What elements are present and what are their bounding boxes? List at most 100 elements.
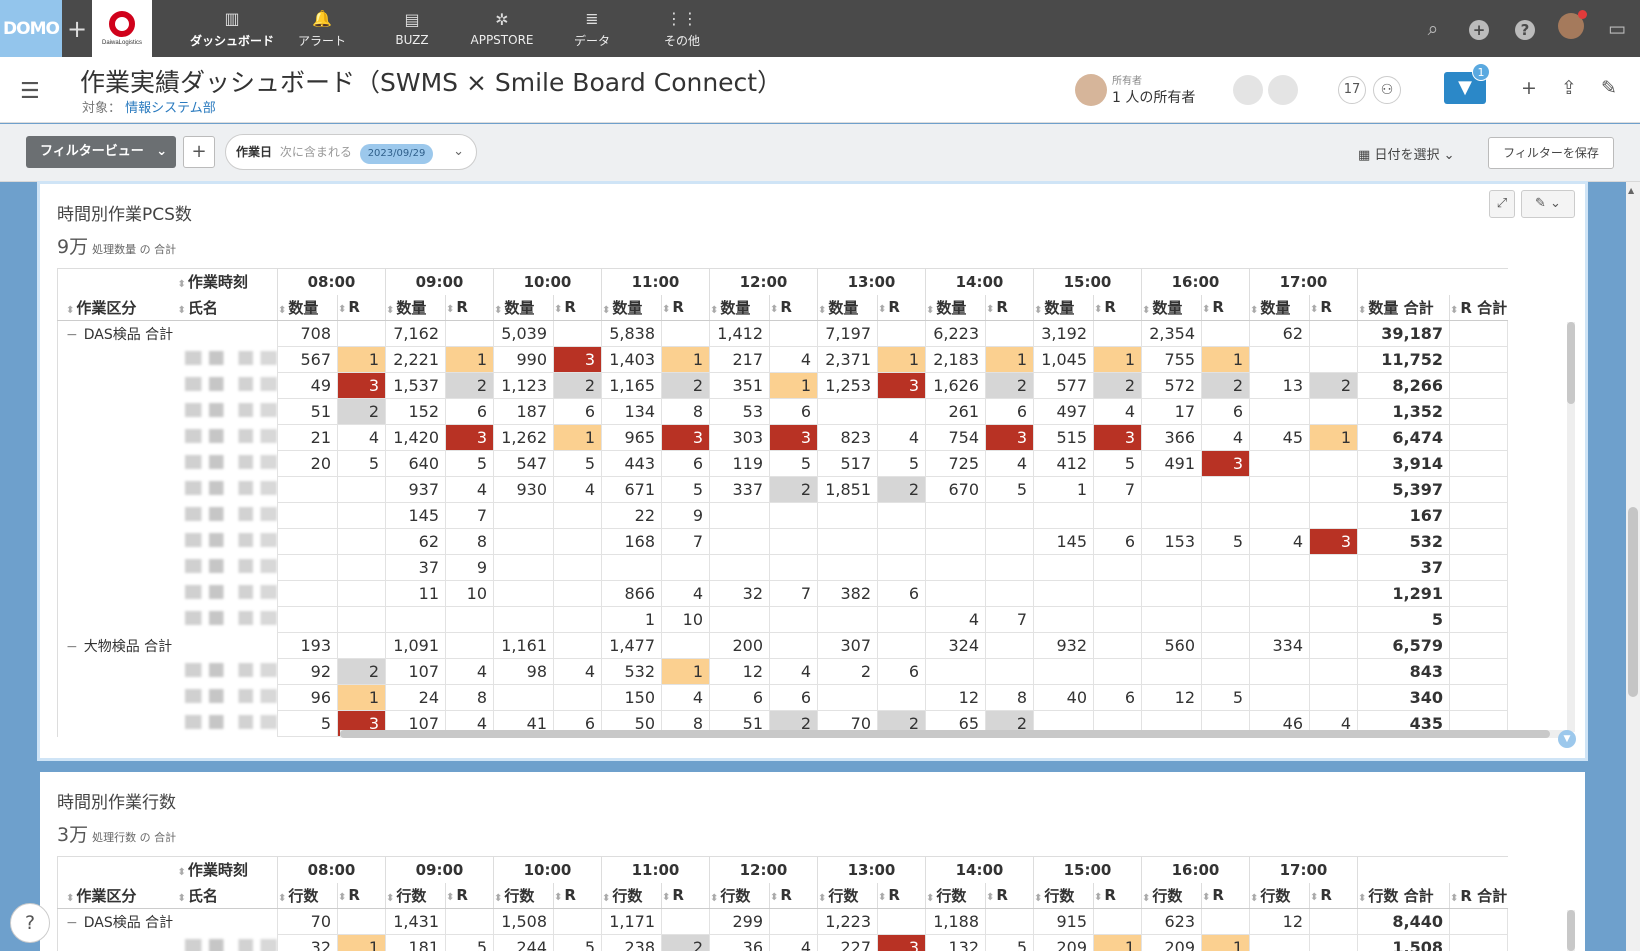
rank-header[interactable]: ⬍ R bbox=[661, 882, 710, 909]
sort-icon: ⬍ bbox=[770, 304, 779, 316]
time-header[interactable]: ⬍ 作業時刻 bbox=[177, 268, 278, 295]
metric-header[interactable]: ⬍ 数量 bbox=[385, 294, 446, 321]
rank-header[interactable]: ⬍ R bbox=[1201, 882, 1250, 909]
table-vertical-scrollbar[interactable] bbox=[1567, 910, 1575, 951]
rank-header[interactable]: ⬍ R bbox=[985, 882, 1034, 909]
metric-header[interactable]: ⬍ 行数 bbox=[277, 882, 338, 909]
share-count[interactable]: 17 bbox=[1338, 76, 1366, 104]
add-icon[interactable]: + bbox=[1521, 77, 1537, 99]
add-filter-button[interactable]: + bbox=[183, 136, 215, 168]
name-header[interactable]: ⬍ 氏名 bbox=[177, 882, 278, 909]
rank-header[interactable]: ⬍ R bbox=[553, 882, 602, 909]
save-filter-button[interactable]: フィルターを保存 bbox=[1488, 137, 1614, 169]
time-header[interactable]: ⬍ 作業時刻 bbox=[177, 856, 278, 883]
category-header[interactable]: ⬍ 作業区分 bbox=[57, 294, 178, 321]
add-icon[interactable]: + bbox=[62, 0, 92, 57]
help-button[interactable]: ? bbox=[10, 903, 50, 943]
rank-header[interactable]: ⬍ R bbox=[877, 882, 926, 909]
metric-header[interactable]: ⬍ 行数 bbox=[493, 882, 554, 909]
rank-header[interactable]: ⬍ R bbox=[553, 294, 602, 321]
page-scrollbar[interactable]: ▲ bbox=[1626, 182, 1640, 951]
collapse-icon[interactable]: − bbox=[66, 327, 78, 343]
rank-header[interactable]: ⬍ R bbox=[661, 294, 710, 321]
help-icon[interactable]: ? bbox=[1502, 18, 1548, 40]
rank-header[interactable]: ⬍ R bbox=[769, 882, 818, 909]
metric-header[interactable]: ⬍ 数量 bbox=[709, 294, 770, 321]
card-wrench-menu[interactable]: ✎ ⌄ bbox=[1521, 190, 1575, 218]
messages-icon[interactable]: ▭ bbox=[1594, 18, 1640, 40]
add-circle-icon[interactable]: + bbox=[1456, 18, 1502, 40]
metric-header[interactable]: ⬍ 行数 bbox=[1141, 882, 1202, 909]
metric-header[interactable]: ⬍ 行数 bbox=[709, 882, 770, 909]
category-header[interactable]: ⬍ 作業区分 bbox=[57, 882, 178, 909]
nav-item[interactable]: ✲ APPSTORE bbox=[457, 0, 547, 57]
owner-avatar[interactable] bbox=[1075, 74, 1107, 106]
rank-total-header[interactable]: ⬍ R 合計 bbox=[1449, 882, 1508, 909]
sort-icon: ⬍ bbox=[878, 892, 887, 904]
table-vertical-scrollbar[interactable] bbox=[1567, 322, 1575, 732]
scroll-down-icon[interactable]: ▼ bbox=[1558, 730, 1576, 748]
owner-count[interactable]: 1 人の所有者 bbox=[1112, 87, 1195, 107]
rank-header[interactable]: ⬍ R bbox=[985, 294, 1034, 321]
rank-header[interactable]: ⬍ R bbox=[1201, 294, 1250, 321]
rank-header[interactable]: ⬍ R bbox=[337, 882, 386, 909]
metric-header[interactable]: ⬍ 数量 bbox=[1141, 294, 1202, 321]
metric-header[interactable]: ⬍ 行数 bbox=[601, 882, 662, 909]
nav-item[interactable]: ▤ BUZZ bbox=[367, 0, 457, 57]
date-filter-pill[interactable]: 作業日 次に含まれる 2023/09/29 ⌄ bbox=[225, 134, 477, 170]
name-header[interactable]: ⬍ 氏名 bbox=[177, 294, 278, 321]
collapse-icon[interactable]: − bbox=[66, 915, 78, 931]
scroll-up-icon[interactable]: ▲ bbox=[1628, 186, 1634, 195]
metric-header[interactable]: ⬍ 行数 bbox=[817, 882, 878, 909]
rank-cell: 5 bbox=[769, 450, 818, 477]
metric-header[interactable]: ⬍ 行数 bbox=[925, 882, 986, 909]
rank-header[interactable]: ⬍ R bbox=[877, 294, 926, 321]
nav-item[interactable]: ▥ ダッシュボード bbox=[187, 0, 277, 57]
hamburger-menu-icon[interactable]: ☰ bbox=[20, 79, 40, 104]
wrench-icon[interactable]: ✎ bbox=[1601, 77, 1617, 99]
group-label[interactable]: − DAS検品 合計 bbox=[57, 320, 278, 347]
metric-total-header[interactable]: ⬍ 行数 合計 bbox=[1357, 882, 1450, 909]
rank-cell bbox=[337, 554, 386, 581]
metric-header[interactable]: ⬍ 数量 bbox=[493, 294, 554, 321]
metric-header[interactable]: ⬍ 数量 bbox=[1033, 294, 1094, 321]
metric-header[interactable]: ⬍ 数量 bbox=[925, 294, 986, 321]
table-horizontal-scrollbar[interactable] bbox=[340, 730, 1570, 738]
metric-header[interactable]: ⬍ 行数 bbox=[385, 882, 446, 909]
share-icon[interactable]: ⇪ bbox=[1561, 77, 1577, 99]
rank-header[interactable]: ⬍ R bbox=[1093, 882, 1142, 909]
rank-header[interactable]: ⬍ R bbox=[1093, 294, 1142, 321]
department-link[interactable]: 情報システム部 bbox=[125, 101, 216, 116]
add-user-icon[interactable]: ⚇ bbox=[1373, 76, 1401, 104]
rank-header[interactable]: ⬍ R bbox=[1309, 882, 1358, 909]
rank-header[interactable]: ⬍ R bbox=[337, 294, 386, 321]
nav-item[interactable]: ⋮⋮ その他 bbox=[637, 0, 727, 57]
value-cell: 22 bbox=[601, 502, 662, 529]
rank-header[interactable]: ⬍ R bbox=[445, 882, 494, 909]
search-icon[interactable]: ⌕ bbox=[1410, 18, 1456, 40]
metric-header[interactable]: ⬍ 行数 bbox=[1249, 882, 1310, 909]
metric-header[interactable]: ⬍ 行数 bbox=[1033, 882, 1094, 909]
collapse-icon[interactable]: − bbox=[66, 639, 78, 655]
nav-item[interactable]: 🔔 アラート bbox=[277, 0, 367, 57]
group-label[interactable]: − DAS検品 合計 bbox=[57, 908, 278, 935]
rank-header[interactable]: ⬍ R bbox=[1309, 294, 1358, 321]
page-scroll-thumb[interactable] bbox=[1628, 507, 1638, 697]
metric-header[interactable]: ⬍ 数量 bbox=[817, 294, 878, 321]
metric-total-header[interactable]: ⬍ 数量 合計 bbox=[1357, 294, 1450, 321]
brand-logo[interactable]: DaiwaLogistics bbox=[92, 0, 152, 57]
filter-view-button[interactable]: フィルタービュー ⌄ bbox=[26, 136, 176, 168]
metric-header[interactable]: ⬍ 数量 bbox=[1249, 294, 1310, 321]
rank-total-header[interactable]: ⬍ R 合計 bbox=[1449, 294, 1508, 321]
rank-header[interactable]: ⬍ R bbox=[769, 294, 818, 321]
chevron-down-icon[interactable]: ⌄ bbox=[453, 135, 464, 169]
date-select-button[interactable]: ▦ 日付を選択 ⌄ bbox=[1358, 144, 1455, 163]
user-avatar[interactable] bbox=[1548, 10, 1594, 44]
nav-item[interactable]: ≣ データ bbox=[547, 0, 637, 57]
rank-header[interactable]: ⬍ R bbox=[445, 294, 494, 321]
domo-logo[interactable]: DOMO bbox=[0, 0, 62, 57]
metric-header[interactable]: ⬍ 数量 bbox=[601, 294, 662, 321]
group-label[interactable]: − 大物検品 合計 bbox=[57, 632, 278, 659]
metric-header[interactable]: ⬍ 数量 bbox=[277, 294, 338, 321]
expand-icon[interactable]: ⤢ bbox=[1489, 190, 1515, 218]
